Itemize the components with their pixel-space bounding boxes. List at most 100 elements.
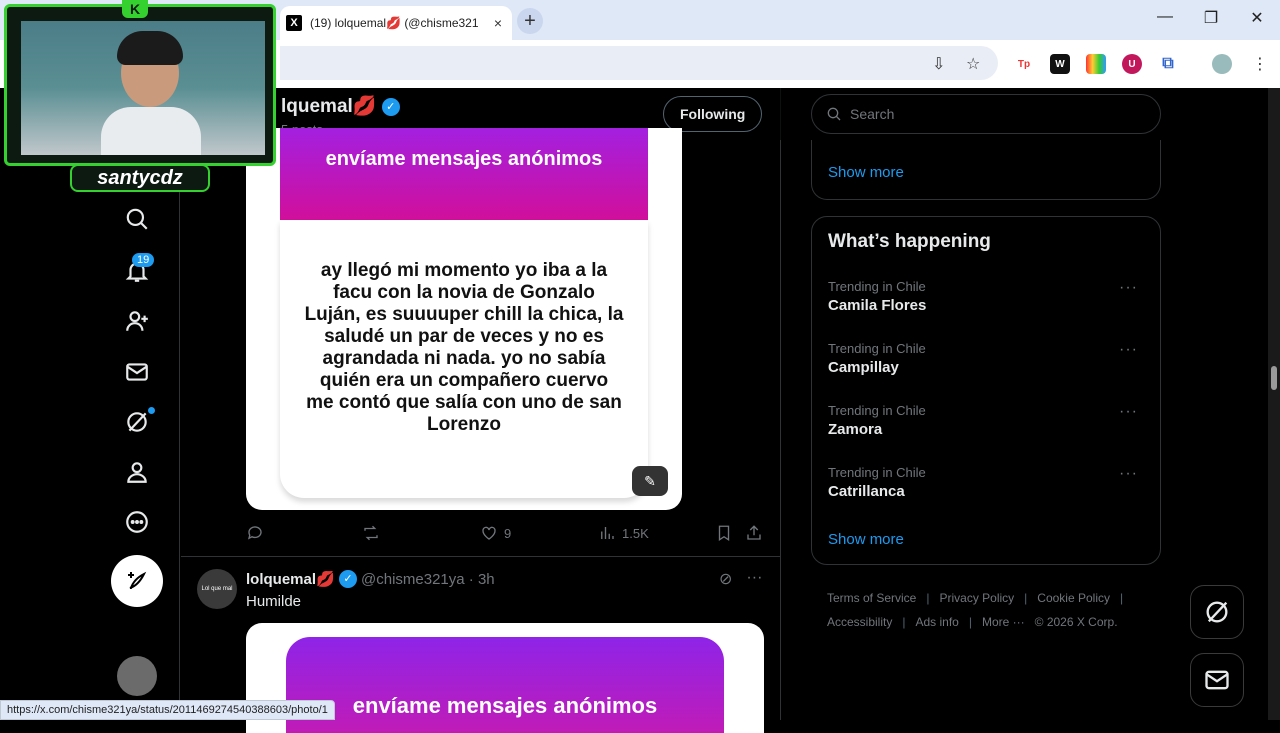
address-bar[interactable] — [280, 46, 998, 80]
webcam-overlay: K santycdz — [0, 0, 280, 196]
footer-links: Terms of Service | Privacy Policy | Cookie P… — [827, 591, 1124, 629]
extension-color-icon[interactable] — [1086, 54, 1106, 74]
trend-more-icon[interactable]: ··· — [1119, 341, 1138, 359]
install-app-icon[interactable]: ⇩ — [932, 54, 945, 74]
trend-context: Trending in Chile — [828, 341, 926, 356]
scrollbar-thumb[interactable] — [1271, 366, 1277, 390]
explore-search-icon[interactable] — [122, 204, 152, 234]
extension-tp-icon[interactable]: Tp — [1014, 54, 1034, 74]
whats-happening-widget: What’s happening Trending in Chile Camil… — [811, 216, 1161, 565]
minimize-button[interactable]: — — [1150, 8, 1180, 26]
profile-avatar-icon[interactable] — [1212, 54, 1232, 74]
streamer-shirt — [101, 107, 201, 155]
search-icon — [827, 107, 841, 121]
bookmark-star-icon[interactable]: ☆ — [966, 54, 980, 74]
trend-title: Campillay — [828, 359, 899, 376]
x-favicon-icon: X — [286, 15, 302, 31]
account-avatar[interactable] — [117, 656, 157, 696]
bookmark-button[interactable] — [715, 524, 733, 542]
whats-happening-title: What’s happening — [828, 231, 991, 252]
trend-item[interactable]: Trending in Chile Campillay ··· — [828, 341, 1146, 376]
like-count: 9 — [504, 525, 512, 541]
profile-name-text: lquemal💋 — [281, 96, 377, 117]
extension-w-icon[interactable]: W — [1050, 54, 1070, 74]
post-header-icons: ⊘ ··· — [719, 569, 762, 589]
post-image[interactable]: envíame mensajes anónimos ay llegó mi mo… — [246, 128, 682, 510]
grok-icon — [1206, 601, 1228, 623]
messages-float-button[interactable] — [1190, 653, 1244, 707]
tab-close-icon[interactable]: × — [494, 15, 502, 31]
more-options-circle-icon[interactable] — [122, 507, 152, 537]
image-edit-icon[interactable]: ✎ — [632, 466, 668, 496]
compose-post-button[interactable] — [111, 555, 163, 607]
extensions-puzzle-icon[interactable]: ⧉ — [1158, 54, 1178, 74]
repost-button[interactable] — [362, 524, 380, 542]
reply-button[interactable] — [246, 524, 264, 542]
profile-name: lquemal💋 ✓ — [281, 94, 400, 118]
copyright: © 2026 X Corp. — [1034, 615, 1118, 629]
browser-tab-x[interactable]: X (19) lolquemal💋 (@chisme321 × — [280, 6, 512, 40]
page-scrollbar[interactable] — [1268, 88, 1280, 720]
grok-notification-dot — [148, 407, 155, 414]
trend-title: Zamora — [828, 421, 883, 438]
following-button[interactable]: Following — [663, 96, 763, 132]
trend-more-icon[interactable]: ··· — [1119, 403, 1138, 421]
post-actions: 9 1.5K — [246, 524, 766, 544]
grok-float-button[interactable] — [1190, 585, 1244, 639]
repost-icon — [364, 525, 378, 541]
image-banner-text: envíame mensajes anónimos — [280, 128, 648, 220]
restore-button[interactable]: ❐ — [1196, 8, 1226, 28]
notifications-badge: 19 — [132, 253, 155, 267]
messages-envelope-icon[interactable] — [122, 357, 152, 387]
search-placeholder: Search — [850, 106, 895, 122]
search-input[interactable]: Search — [811, 94, 1161, 134]
close-window-button[interactable]: ✕ — [1242, 8, 1272, 28]
trend-more-icon[interactable]: ··· — [1119, 279, 1138, 297]
cookie-link[interactable]: Cookie Policy — [1037, 591, 1110, 605]
image-banner-text: envíame mensajes anónimos — [286, 637, 724, 733]
trend-context: Trending in Chile — [828, 465, 926, 480]
trend-item[interactable]: Trending in Chile Catrillanca ··· — [828, 465, 1146, 500]
author-handle-time[interactable]: @chisme321ya · 3h — [361, 571, 495, 588]
trend-title: Camila Flores — [828, 297, 927, 314]
webcam-frame — [4, 4, 276, 166]
show-more-link[interactable]: Show more — [828, 164, 904, 181]
tweet-article[interactable]: Lol que mal lolquemal💋 ✓ @chisme321ya · … — [181, 557, 781, 733]
heart-icon — [482, 526, 496, 540]
profile-person-icon[interactable] — [122, 457, 152, 487]
trend-item[interactable]: Trending in Chile Camila Flores ··· — [828, 279, 1146, 314]
browser-menu-icon[interactable]: ⋮ — [1252, 54, 1268, 74]
right-sidebar: Search Show more What’s happening Trendi… — [811, 88, 1161, 720]
more-link[interactable]: More ··· — [982, 615, 1025, 629]
grok-explain-icon[interactable]: ⊘ — [719, 569, 732, 589]
verified-badge-icon: ✓ — [381, 97, 400, 116]
like-button[interactable]: 9 — [480, 524, 511, 542]
show-more-link[interactable]: Show more — [828, 531, 904, 548]
trend-title: Catrillanca — [828, 483, 905, 500]
new-tab-button[interactable]: + — [517, 8, 543, 34]
envelope-icon — [1205, 670, 1229, 690]
tab-title: (19) lolquemal💋 (@chisme321 — [310, 16, 479, 30]
post-more-icon[interactable]: ··· — [746, 569, 762, 589]
streamer-figure — [101, 31, 201, 155]
views-button[interactable]: 1.5K — [598, 524, 649, 542]
views-chart-icon — [601, 527, 614, 539]
reply-icon — [247, 526, 262, 540]
streamer-hair — [117, 31, 183, 65]
streamer-name: santycdz — [70, 164, 210, 192]
privacy-link[interactable]: Privacy Policy — [939, 591, 1014, 605]
trend-more-icon[interactable]: ··· — [1119, 465, 1138, 483]
ads-info-link[interactable]: Ads info — [915, 615, 958, 629]
image-message-text: ay llegó mi momento yo iba a la facu con… — [280, 220, 648, 498]
webcam-video — [21, 21, 265, 155]
follow-person-add-icon[interactable] — [122, 306, 152, 336]
trend-item[interactable]: Trending in Chile Zamora ··· — [828, 403, 1146, 438]
extension-u-icon[interactable]: U — [1122, 54, 1142, 74]
share-button[interactable] — [745, 524, 763, 542]
status-bar-url: https://x.com/chisme321ya/status/2011469… — [0, 700, 335, 720]
terms-link[interactable]: Terms of Service — [827, 591, 916, 605]
bookmark-icon — [718, 525, 730, 542]
accessibility-link[interactable]: Accessibility — [827, 615, 892, 629]
author-avatar[interactable]: Lol que mal — [197, 569, 237, 609]
author-name[interactable]: lolquemal💋 — [246, 570, 335, 588]
